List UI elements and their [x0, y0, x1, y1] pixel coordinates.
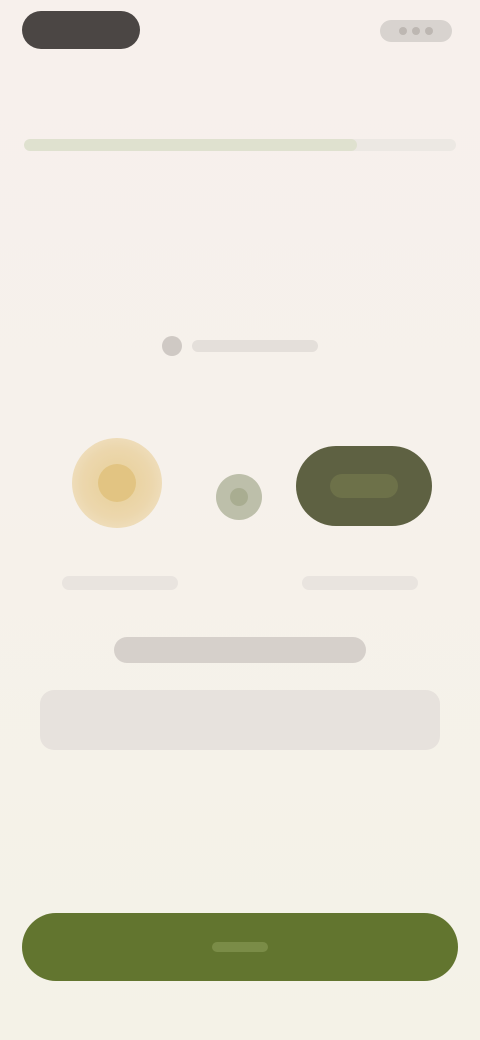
button-label-mark [212, 942, 268, 952]
status-indicators [380, 20, 452, 42]
status-dot-icon [425, 27, 433, 35]
connection-status-label [192, 340, 318, 352]
device-a-avatar [72, 438, 162, 528]
connection-status [162, 333, 318, 359]
sun-icon [98, 464, 136, 502]
link-dot-inner-icon [230, 488, 248, 506]
device-a-caption [62, 576, 178, 590]
progress-fill [24, 139, 357, 151]
top-bar [0, 0, 480, 64]
back-button[interactable] [22, 11, 140, 49]
step-caption [38, 72, 118, 86]
device-b-caption [302, 576, 418, 590]
progress-bar [24, 139, 456, 151]
link-icon [162, 336, 182, 356]
page-description [40, 690, 440, 750]
page-title [114, 637, 366, 663]
status-dot-icon [412, 27, 420, 35]
status-dot-icon [399, 27, 407, 35]
pairing-screen [0, 0, 480, 1040]
link-dot-icon [216, 474, 262, 520]
device-icon [330, 474, 398, 498]
continue-button[interactable] [22, 913, 458, 981]
device-b-avatar [296, 446, 432, 526]
